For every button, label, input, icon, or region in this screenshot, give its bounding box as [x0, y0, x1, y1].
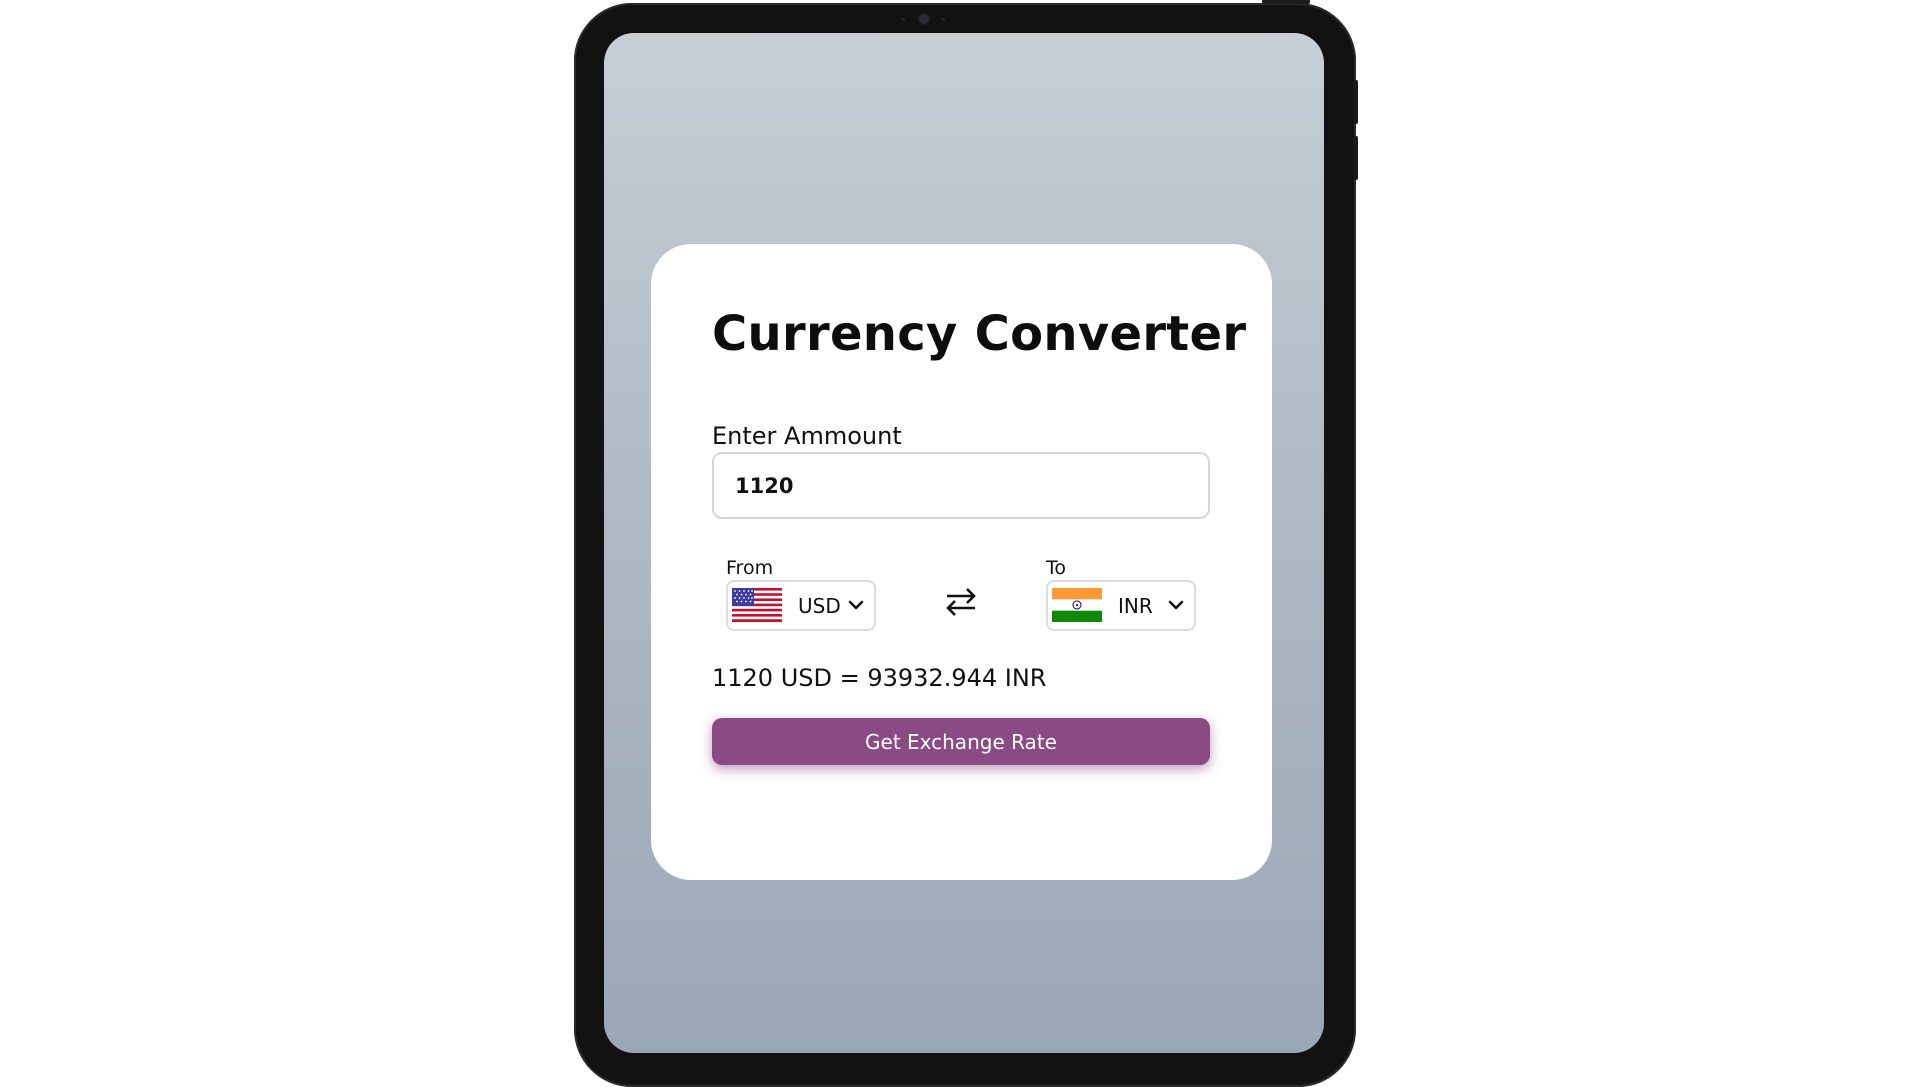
to-currency-select[interactable]: INR: [1046, 580, 1196, 631]
page-title: Currency Converter: [712, 306, 1247, 362]
swap-arrows-icon[interactable]: [944, 584, 978, 620]
sensor-dot: [942, 18, 945, 21]
chevron-down-icon: [848, 600, 864, 610]
from-label: From: [726, 557, 774, 579]
india-flag-icon: [1052, 588, 1102, 622]
conversion-result: 1120 USD = 93932.944 INR: [712, 664, 1047, 692]
volume-down-button: [1353, 136, 1358, 180]
amount-input[interactable]: [712, 452, 1210, 519]
from-currency-select[interactable]: USD: [726, 580, 876, 631]
us-flag-icon: [732, 588, 782, 622]
power-button: [1262, 0, 1310, 4]
amount-label: Enter Ammount: [712, 422, 902, 450]
to-label: To: [1046, 557, 1067, 579]
camera-icon: [919, 14, 929, 24]
get-exchange-rate-button[interactable]: Get Exchange Rate: [712, 718, 1210, 765]
from-currency-value: USD: [798, 594, 841, 618]
to-currency-value: INR: [1118, 594, 1153, 618]
chevron-down-icon: [1168, 600, 1184, 610]
tablet-screen: Currency Converter Enter Ammount From: [604, 33, 1324, 1053]
converter-card: Currency Converter Enter Ammount From: [651, 244, 1272, 880]
sensor-dot: [902, 18, 905, 21]
volume-up-button: [1353, 80, 1358, 124]
